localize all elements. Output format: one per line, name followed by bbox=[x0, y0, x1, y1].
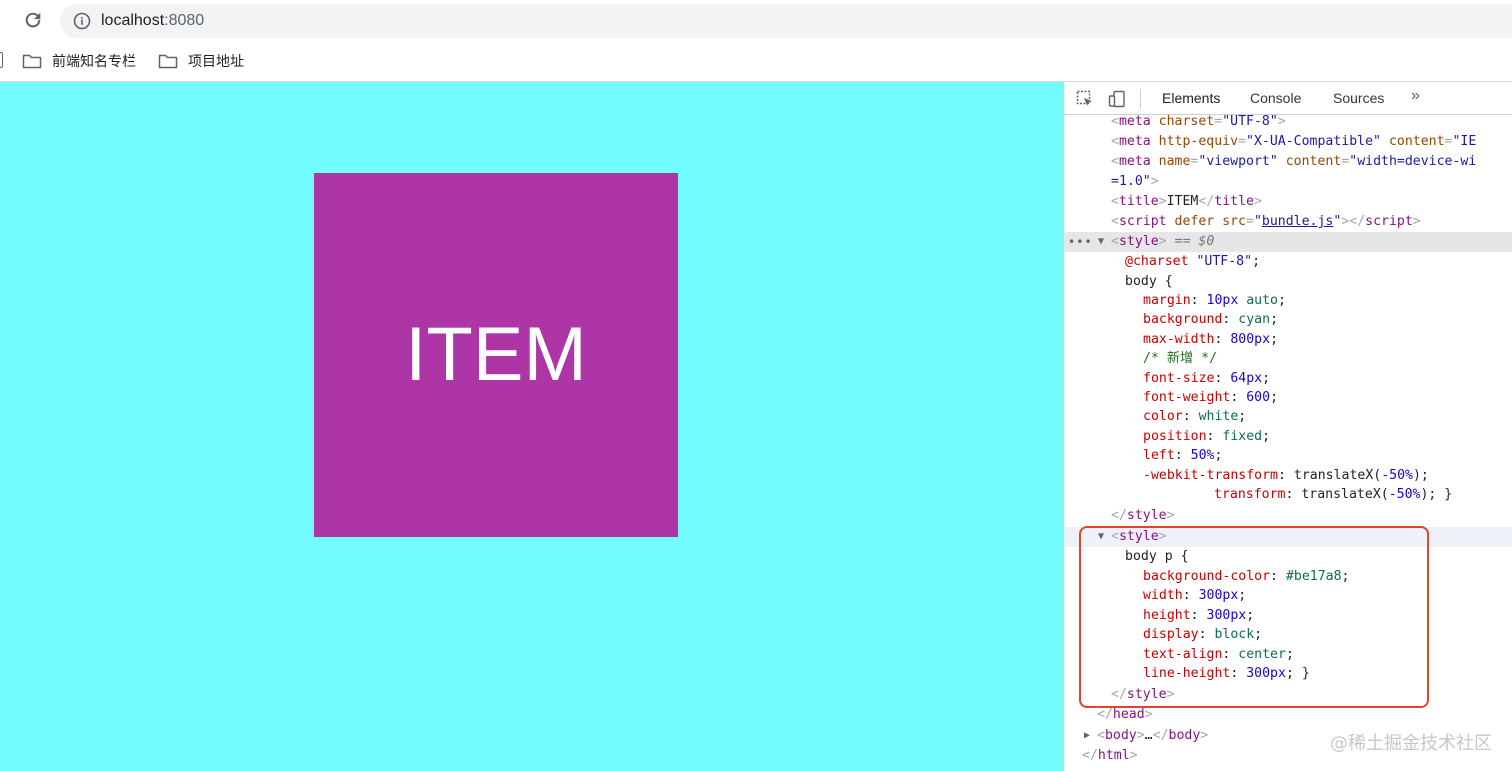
bookmark-folder[interactable]: 项目地址 bbox=[158, 51, 244, 71]
css-decl[interactable]: max-width: 800px; bbox=[1064, 330, 1512, 350]
dom-node-meta-viewport[interactable]: <meta name="viewport" content="width=dev… bbox=[1064, 152, 1512, 172]
css-decl[interactable]: -webkit-transform: translateX(-50%); bbox=[1064, 466, 1512, 486]
page-viewport: ITEM bbox=[0, 82, 1063, 771]
bookmarks-bar: 前端知名专栏 项目地址 bbox=[0, 42, 1512, 82]
css-decl[interactable]: color: white; bbox=[1064, 407, 1512, 427]
bookmark-label: 前端知名专栏 bbox=[52, 53, 136, 69]
watermark-text: @稀土掘金技术社区 bbox=[1330, 733, 1492, 754]
devtools-toolbar: Elements Console Sources » bbox=[1064, 82, 1512, 115]
dom-node-meta-viewport-wrap[interactable]: =1.0"> bbox=[1064, 172, 1512, 192]
node-actions-icon[interactable]: ••• bbox=[1068, 232, 1093, 252]
css-decl[interactable]: font-size: 64px; bbox=[1064, 369, 1512, 389]
css-decl[interactable]: font-weight: 600; bbox=[1064, 388, 1512, 408]
tab-console[interactable]: Console bbox=[1250, 89, 1301, 107]
dom-node-style-selected[interactable]: ••• ▼ <style> == $0 bbox=[1064, 232, 1512, 252]
dom-node-style-close[interactable]: </style> bbox=[1064, 506, 1512, 526]
css-decl[interactable]: background: cyan; bbox=[1064, 310, 1512, 330]
toolbar-separator bbox=[1140, 89, 1141, 109]
url-port: :8080 bbox=[164, 12, 205, 29]
dom-node-meta-http-equiv[interactable]: <meta http-equiv="X-UA-Compatible" conte… bbox=[1064, 132, 1512, 152]
site-info-icon[interactable] bbox=[72, 11, 92, 31]
bookmark-label: 项目地址 bbox=[188, 53, 244, 69]
browser-toolbar: ‹ localhost:8080 bbox=[0, 0, 1512, 42]
dom-node-head-close[interactable]: </head> bbox=[1064, 705, 1512, 725]
css-decl[interactable]: margin: 10px auto; bbox=[1064, 291, 1512, 311]
tab-elements[interactable]: Elements bbox=[1162, 89, 1220, 107]
css-comment[interactable]: /* 新增 */ bbox=[1064, 349, 1512, 369]
reload-icon[interactable] bbox=[22, 8, 44, 32]
item-box: ITEM bbox=[314, 173, 678, 537]
css-decl[interactable]: left: 50%; bbox=[1064, 446, 1512, 466]
highlight-annotation-box bbox=[1079, 526, 1429, 708]
tab-sources[interactable]: Sources bbox=[1333, 89, 1384, 107]
folder-icon bbox=[22, 54, 42, 69]
css-decl[interactable]: transform: translateX(-50%); } bbox=[1064, 485, 1512, 505]
url-host: localhost bbox=[101, 12, 165, 29]
css-charset-line[interactable]: @charset "UTF-8"; bbox=[1064, 252, 1512, 272]
css-decl[interactable]: position: fixed; bbox=[1064, 427, 1512, 447]
dom-node-script[interactable]: <script defer src="bundle.js"></script> bbox=[1064, 212, 1512, 232]
dom-node-meta-charset[interactable]: <meta charset="UTF-8"> bbox=[1064, 112, 1512, 132]
back-arrow-icon[interactable]: ‹ bbox=[0, 10, 6, 30]
folder-icon bbox=[158, 54, 178, 69]
expand-triangle-icon[interactable]: ▼ bbox=[1098, 232, 1104, 252]
device-toolbar-icon[interactable] bbox=[1108, 90, 1126, 108]
bookmark-edge-icon[interactable] bbox=[0, 52, 3, 68]
more-tabs-icon[interactable]: » bbox=[1411, 87, 1420, 105]
css-selector-body[interactable]: body { bbox=[1064, 272, 1512, 292]
bookmark-folder[interactable]: 前端知名专栏 bbox=[22, 51, 136, 71]
selected-node-marker: == $0 bbox=[1174, 234, 1215, 249]
dom-node-title[interactable]: <title>ITEM</title> bbox=[1064, 192, 1512, 212]
address-bar[interactable]: localhost:8080 bbox=[60, 4, 1512, 38]
collapse-triangle-icon[interactable]: ▶ bbox=[1084, 726, 1090, 746]
url-text[interactable]: localhost:8080 bbox=[101, 11, 204, 31]
bundle-js-link[interactable]: bundle.js bbox=[1262, 214, 1333, 229]
inspect-element-icon[interactable] bbox=[1076, 90, 1094, 108]
